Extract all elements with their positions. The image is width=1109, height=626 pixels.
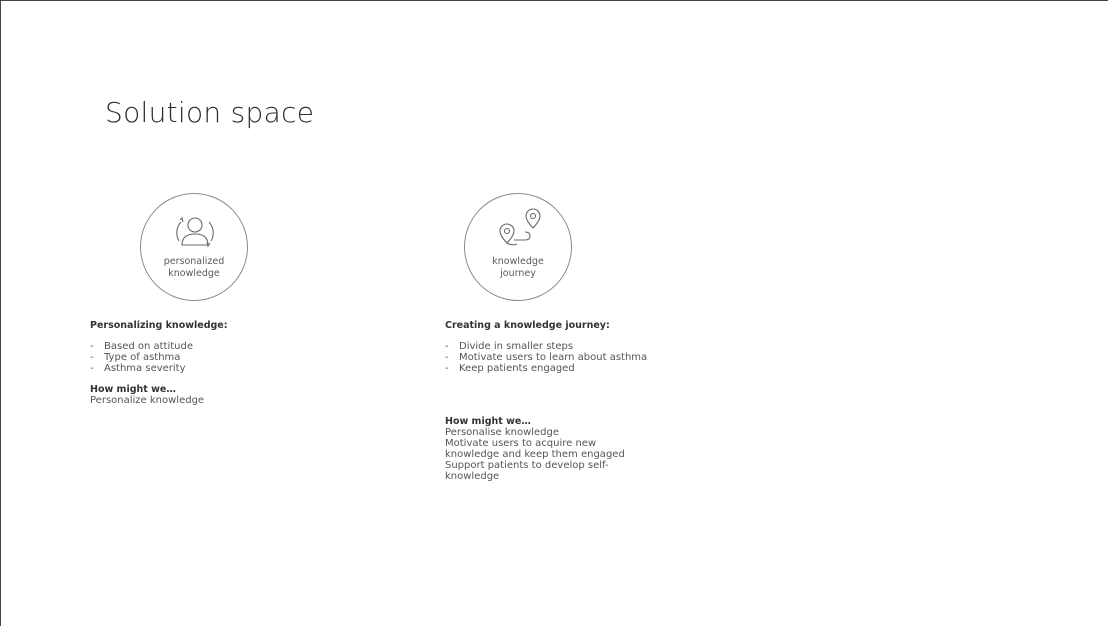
route-pins-icon bbox=[499, 208, 541, 246]
person-cycle-icon bbox=[176, 216, 214, 248]
circle-label-line1: personalized bbox=[163, 256, 225, 267]
hmw-item: knowledge and keep them engaged bbox=[445, 449, 625, 460]
slide-title: Solution space bbox=[105, 96, 315, 129]
hmw-item: Motivate users to acquire new bbox=[445, 438, 597, 449]
list-item: Based on attitude bbox=[90, 341, 350, 352]
personalized-knowledge-circle: personalized knowledge bbox=[140, 193, 248, 301]
left-column: Personalizing knowledge: Based on attitu… bbox=[90, 320, 350, 406]
list-item: Divide in smaller steps bbox=[445, 341, 735, 352]
knowledge-journey-circle: knowledge journey bbox=[464, 193, 572, 301]
left-hmw-title: How might we… bbox=[90, 384, 176, 395]
slide-frame bbox=[0, 0, 1108, 626]
hmw-item: knowledge bbox=[445, 471, 500, 482]
list-item: Keep patients engaged bbox=[445, 363, 735, 374]
hmw-item: Support patients to develop self- bbox=[445, 460, 609, 471]
left-bullet-list: Based on attitude Type of asthma Asthma … bbox=[90, 341, 350, 374]
left-heading: Personalizing knowledge: bbox=[90, 320, 228, 331]
list-item: Asthma severity bbox=[90, 363, 350, 374]
list-item: Motivate users to learn about asthma bbox=[445, 352, 735, 363]
hmw-item: Personalize knowledge bbox=[90, 395, 205, 406]
right-column: Creating a knowledge journey: Divide in … bbox=[445, 320, 735, 482]
right-bullet-list: Divide in smaller steps Motivate users t… bbox=[445, 341, 735, 374]
hmw-item: Personalise knowledge bbox=[445, 427, 560, 438]
circle-label-line2: journey bbox=[500, 268, 536, 279]
right-heading: Creating a knowledge journey: bbox=[445, 320, 610, 331]
circle-label-line1: knowledge bbox=[492, 256, 544, 267]
right-hmw-title: How might we… bbox=[445, 416, 531, 427]
circle-label-line2: knowledge bbox=[168, 268, 220, 279]
list-item: Type of asthma bbox=[90, 352, 350, 363]
